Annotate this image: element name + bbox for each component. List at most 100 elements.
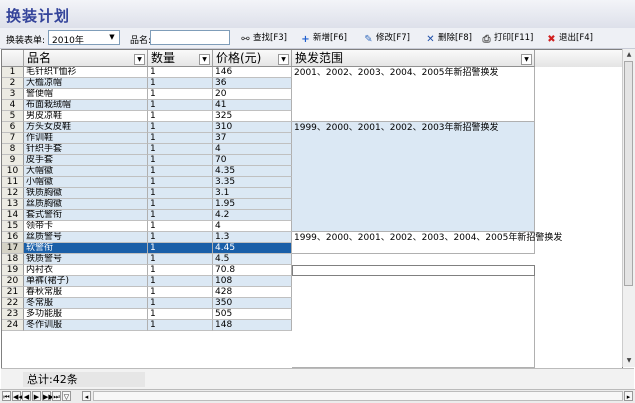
cell-price[interactable]: 20	[213, 89, 292, 100]
cell-name[interactable]: 铁质警号	[24, 254, 148, 265]
cell-qty[interactable]: 1	[148, 320, 213, 331]
cell-qty[interactable]: 1	[148, 133, 213, 144]
cell-qty[interactable]: 1	[148, 78, 213, 89]
cell-name[interactable]: 针织手套	[24, 144, 148, 155]
cell-qty[interactable]: 1	[148, 199, 213, 210]
filter-dropdown-icon[interactable]: ▼	[134, 54, 145, 65]
range-cell[interactable]: 2001、2002、2003、2004、2005年新招警换发	[292, 67, 535, 122]
scroll-right-icon[interactable]: ▸	[624, 391, 633, 401]
first-record-icon[interactable]: ⏮	[2, 391, 11, 401]
name-input[interactable]	[150, 30, 230, 45]
vertical-scrollbar[interactable]: ▲ ▼	[622, 49, 635, 367]
range-cell[interactable]: 1999、2000、2001、2002、2003年新招警换发	[292, 122, 535, 232]
cell-qty[interactable]: 1	[148, 144, 213, 155]
cell-qty[interactable]: 1	[148, 100, 213, 111]
scrollbar-thumb[interactable]	[624, 61, 633, 286]
cell-name[interactable]: 布面栽绒帽	[24, 100, 148, 111]
edit-button[interactable]: ✎ 修改[F7]	[363, 31, 410, 45]
last-record-icon[interactable]: ⏭	[52, 391, 61, 401]
cell-price[interactable]: 325	[213, 111, 292, 122]
next-page-icon[interactable]: ▶▶	[42, 391, 54, 401]
cell-price[interactable]: 3.35	[213, 177, 292, 188]
cell-price[interactable]: 428	[213, 287, 292, 298]
scroll-up-icon[interactable]: ▲	[624, 50, 634, 60]
print-button[interactable]: ⎙ 打印[F11]	[481, 31, 534, 45]
cell-name[interactable]: 作训鞋	[24, 133, 148, 144]
filter-dropdown-icon[interactable]: ▼	[521, 54, 532, 65]
cell-name[interactable]: 警便帽	[24, 89, 148, 100]
cell-qty[interactable]: 1	[148, 243, 213, 254]
cell-name[interactable]: 单裤(裙子)	[24, 276, 148, 287]
prev-record-icon[interactable]: ◀	[22, 391, 31, 401]
cell-name[interactable]: 丝质胸徽	[24, 199, 148, 210]
cell-price[interactable]: 4.45	[213, 243, 292, 254]
range-cell-selected[interactable]	[292, 265, 535, 276]
column-header-name[interactable]: 品名 ▼	[24, 50, 148, 67]
prev-page-icon[interactable]: ◀◀	[12, 391, 24, 401]
filter-dropdown-icon[interactable]: ▼	[278, 54, 289, 65]
cell-qty[interactable]: 1	[148, 188, 213, 199]
add-button[interactable]: + 新增[F6]	[300, 31, 347, 45]
cell-price[interactable]: 148	[213, 320, 292, 331]
cell-price[interactable]: 1.95	[213, 199, 292, 210]
cell-price[interactable]: 4.35	[213, 166, 292, 177]
cell-name[interactable]: 大檐凉帽	[24, 78, 148, 89]
cell-price[interactable]: 70	[213, 155, 292, 166]
scroll-down-icon[interactable]: ▼	[624, 356, 634, 366]
cell-price[interactable]: 505	[213, 309, 292, 320]
cell-name[interactable]: 男皮凉鞋	[24, 111, 148, 122]
cell-qty[interactable]: 1	[148, 210, 213, 221]
cell-qty[interactable]: 1	[148, 111, 213, 122]
find-button[interactable]: ⚯ 查找[F3]	[240, 31, 287, 45]
range-cell[interactable]: 1999、2000、2001、2002、2003、2004、2005年新招警换发	[292, 232, 562, 254]
cell-name[interactable]: 多功能服	[24, 309, 148, 320]
cell-price[interactable]: 3.1	[213, 188, 292, 199]
cell-qty[interactable]: 1	[148, 276, 213, 287]
cell-name[interactable]: 丝质警号	[24, 232, 148, 243]
cell-qty[interactable]: 1	[148, 232, 213, 243]
cell-price[interactable]: 36	[213, 78, 292, 89]
cell-name[interactable]: 内衬衣	[24, 265, 148, 276]
chevron-down-icon[interactable]: ▼	[105, 31, 119, 44]
cell-qty[interactable]: 1	[148, 298, 213, 309]
cell-name[interactable]: 冬作训服	[24, 320, 148, 331]
cell-price[interactable]: 4	[213, 221, 292, 232]
scroll-left-icon[interactable]: ◂	[82, 391, 91, 401]
cell-qty[interactable]: 1	[148, 254, 213, 265]
cell-price[interactable]: 70.8	[213, 265, 292, 276]
filter-icon[interactable]: ▽	[62, 391, 71, 401]
cell-name[interactable]: 冬常服	[24, 298, 148, 309]
cell-name[interactable]: 领带卡	[24, 221, 148, 232]
cell-price[interactable]: 310	[213, 122, 292, 133]
filter-dropdown-icon[interactable]: ▼	[199, 54, 210, 65]
cell-name[interactable]: 铁质胸徽	[24, 188, 148, 199]
cell-qty[interactable]: 1	[148, 166, 213, 177]
cell-price[interactable]: 108	[213, 276, 292, 287]
cell-name[interactable]: 皮手套	[24, 155, 148, 166]
cell-qty[interactable]: 1	[148, 155, 213, 166]
cell-price[interactable]: 1.3	[213, 232, 292, 243]
column-header-qty[interactable]: 数量 ▼	[148, 50, 213, 67]
cell-qty[interactable]: 1	[148, 177, 213, 188]
cell-name[interactable]: 毛针织T恤衫	[24, 67, 148, 78]
cell-name[interactable]: 软警衔	[24, 243, 148, 254]
cell-price[interactable]: 4.5	[213, 254, 292, 265]
horizontal-scrollbar[interactable]	[93, 391, 623, 401]
cell-price[interactable]: 146	[213, 67, 292, 78]
cell-price[interactable]: 37	[213, 133, 292, 144]
cell-name[interactable]: 小帽徽	[24, 177, 148, 188]
cell-qty[interactable]: 1	[148, 122, 213, 133]
cell-qty[interactable]: 1	[148, 309, 213, 320]
cell-price[interactable]: 41	[213, 100, 292, 111]
column-header-range[interactable]: 换发范围 ▼	[292, 50, 535, 67]
cell-name[interactable]: 方头女皮鞋	[24, 122, 148, 133]
cell-qty[interactable]: 1	[148, 89, 213, 100]
cell-name[interactable]: 春秋常服	[24, 287, 148, 298]
cell-price[interactable]: 350	[213, 298, 292, 309]
cell-price[interactable]: 4.2	[213, 210, 292, 221]
cell-price[interactable]: 4	[213, 144, 292, 155]
cell-qty[interactable]: 1	[148, 265, 213, 276]
range-cell[interactable]	[292, 276, 535, 368]
table-select[interactable]: 2010年 ▼	[48, 30, 120, 46]
table-row[interactable]: 18 铁质警号 1 4.5	[2, 254, 622, 265]
